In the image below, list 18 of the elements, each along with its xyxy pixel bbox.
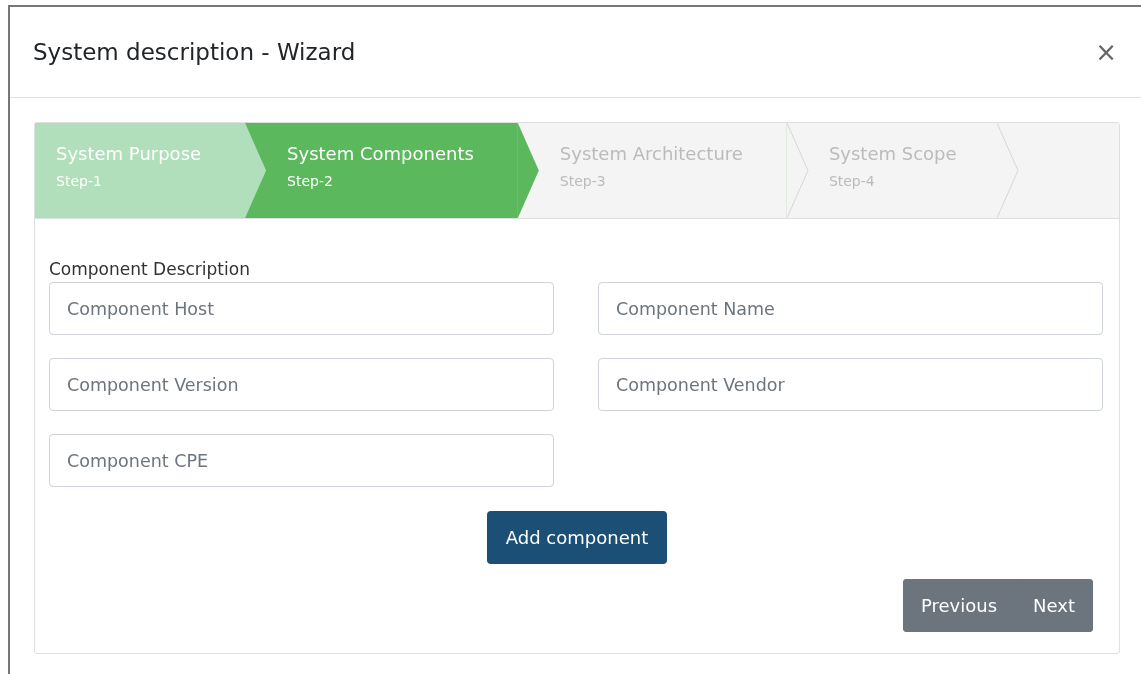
input-field[interactable]: Component Version [49, 358, 554, 411]
window-title: System description - Wizard [33, 39, 356, 65]
wizard-step[interactable]: System Components Step-2 [245, 123, 518, 218]
input-field[interactable]: Component CPE [49, 434, 554, 487]
input-field[interactable]: Component Vendor [598, 358, 1103, 411]
input-field[interactable]: Component Name [598, 282, 1103, 335]
step-number: Step-2 [287, 173, 333, 189]
step-title: System Architecture [559, 143, 743, 164]
input-field[interactable]: Component Host [49, 282, 554, 335]
close-button[interactable]: × [1095, 37, 1117, 67]
step-title: System Components [287, 143, 474, 164]
step-number: Step-4 [828, 173, 875, 189]
step-title: System Scope [828, 143, 957, 164]
step-number: Step-1 [56, 173, 102, 189]
step-title: System Purpose [56, 143, 202, 164]
add-component-button[interactable]: Add component [486, 511, 668, 564]
step-number: Step-3 [559, 173, 606, 189]
section-label: Component Description [49, 259, 251, 279]
